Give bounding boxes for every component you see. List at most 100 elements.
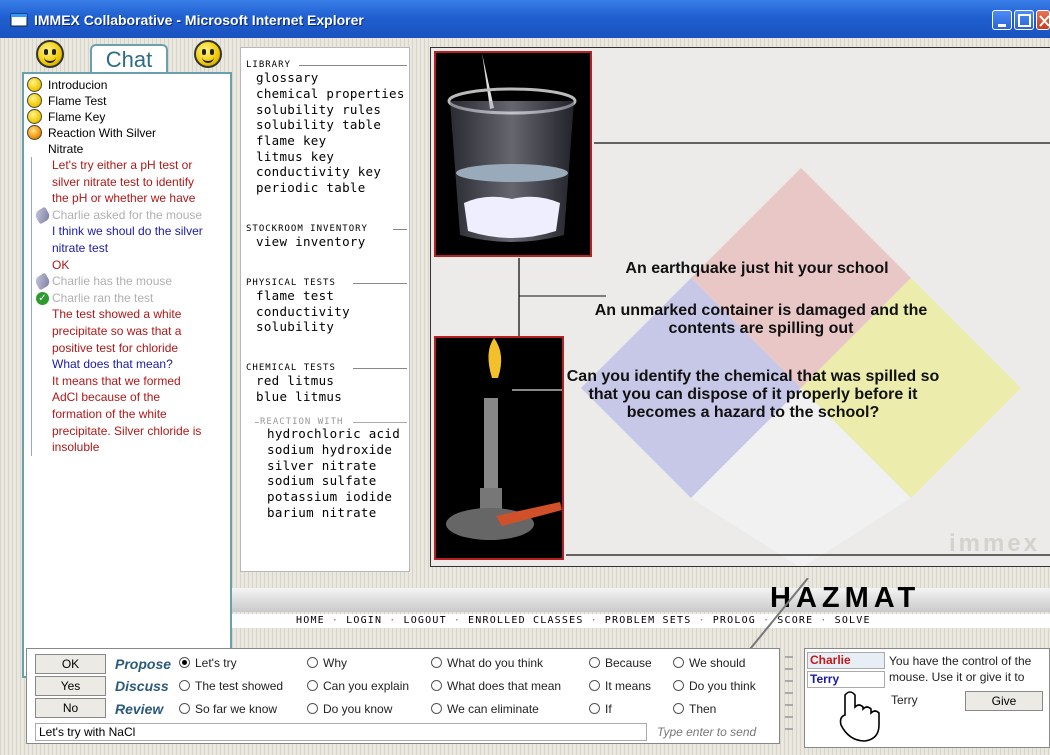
divider [393, 229, 407, 230]
chat-topic[interactable]: Flame Key [24, 109, 230, 125]
nav-enrolled-classes[interactable]: ENROLLED CLASSES [468, 615, 584, 628]
section-heading-library: LIBRARY [246, 60, 291, 70]
chat-message: OK [52, 257, 70, 272]
smiley-icon-right[interactable] [194, 40, 222, 68]
nav-logout[interactable]: LOGOUT [403, 615, 446, 628]
option-then[interactable]: Then [673, 702, 716, 716]
chat-message: The test showed a white precipitate so w… [52, 307, 182, 355]
reaction-hydrochloric-acid[interactable]: hydrochloric acid [267, 426, 400, 441]
chat-event: ✓ Charlie ran the test [36, 290, 203, 307]
nav-solve[interactable]: SOLVE [835, 615, 871, 628]
library-item-conductivity-key[interactable]: conductivity key [256, 164, 381, 179]
close-icon [1037, 11, 1050, 29]
hand-icon [835, 689, 885, 745]
option-do-you-think[interactable]: Do you think [673, 679, 756, 693]
physical-test-solubility[interactable]: solubility [256, 319, 334, 334]
user-charlie[interactable]: Charlie [807, 652, 885, 669]
mouse-control-message: You have the control of the mouse. Use i… [889, 654, 1032, 684]
nav-score[interactable]: SCORE [777, 615, 813, 628]
option-can-you-explain[interactable]: Can you explain [307, 679, 409, 693]
option-do-you-know[interactable]: Do you know [307, 702, 392, 716]
library-item-periodic-table[interactable]: periodic table [256, 180, 366, 195]
chat-topic[interactable]: Introducion [24, 77, 230, 93]
header-strip [232, 588, 1050, 612]
ok-button[interactable]: OK [35, 654, 106, 674]
tab-chat[interactable]: Chat [90, 44, 168, 74]
option-we-should[interactable]: We should [673, 656, 745, 670]
message-input[interactable]: Let's try with NaCl [35, 723, 647, 741]
stockroom-item-view-inventory[interactable]: view inventory [256, 234, 366, 249]
yes-button[interactable]: Yes [35, 676, 106, 696]
library-item-chemical-properties[interactable]: chemical properties [256, 86, 405, 101]
speaking-smiley-icon [27, 125, 42, 140]
section-heading-physical-tests: PHYSICAL TESTS [246, 278, 336, 288]
minimize-icon [993, 11, 1011, 29]
nav-problem-sets[interactable]: PROBLEM SETS [605, 615, 692, 628]
option-the-test-showed[interactable]: The test showed [179, 679, 283, 693]
minimize-button[interactable] [992, 10, 1012, 30]
library-item-solubility-rules[interactable]: solubility rules [256, 102, 381, 117]
library-item-solubility-table[interactable]: solubility table [256, 117, 381, 132]
divider [255, 422, 259, 423]
bunsen-burner-image [434, 336, 564, 560]
problem-stage: An earthquake just hit your school An un… [430, 47, 1050, 567]
no-button[interactable]: No [35, 698, 106, 718]
chat-topic-active[interactable]: Reaction With Silver Nitrate [24, 125, 164, 157]
divider [299, 65, 407, 66]
smiley-icon [27, 77, 42, 92]
chat-message: Let's try either a pH test or silver nit… [52, 158, 196, 206]
give-to-user: Terry [891, 693, 918, 707]
nav-home[interactable]: HOME [296, 615, 325, 628]
option-we-can-eliminate[interactable]: We can eliminate [431, 702, 539, 716]
library-item-flame-key[interactable]: flame key [256, 133, 326, 148]
section-heading-chemical-tests: CHEMICAL TESTS [246, 363, 336, 373]
row-label-review: Review [115, 701, 164, 717]
ie-icon [10, 13, 28, 27]
row-label-propose: Propose [115, 656, 172, 672]
resource-library-panel: LIBRARY glossary chemical properties sol… [240, 47, 410, 572]
reaction-sodium-hydroxide[interactable]: sodium hydroxide [267, 442, 392, 457]
chemical-test-red-litmus[interactable]: red litmus [256, 373, 334, 388]
give-button[interactable]: Give [965, 691, 1043, 711]
option-what-does-that-mean[interactable]: What does that mean [431, 679, 561, 693]
beaker-image [434, 51, 592, 257]
chat-panel[interactable]: Introducion Flame Test Flame Key Reactio… [22, 72, 232, 678]
story-line-1: An earthquake just hit your school [625, 260, 889, 277]
chat-message: What does that mean? [52, 357, 173, 372]
window-title: IMMEX Collaborative - Microsoft Internet… [34, 12, 364, 28]
library-item-glossary[interactable]: glossary [256, 70, 319, 85]
maximize-icon [1015, 11, 1033, 29]
option-if[interactable]: If [589, 702, 612, 716]
reaction-barium-nitrate[interactable]: barium nitrate [267, 505, 377, 520]
story-line-2: An unmarked container is damaged and the… [594, 302, 928, 337]
reaction-silver-nitrate[interactable]: silver nitrate [267, 458, 377, 473]
smiley-icon-left[interactable] [36, 40, 64, 68]
smiley-icon [27, 109, 42, 124]
reaction-potassium-iodide[interactable]: potassium iodide [267, 489, 392, 504]
story-line-3: Can you identify the chemical that was s… [566, 368, 940, 421]
option-so-far-we-know[interactable]: So far we know [179, 702, 277, 716]
library-item-litmus-key[interactable]: litmus key [256, 149, 334, 164]
user-terry[interactable]: Terry [807, 671, 885, 688]
reaction-sodium-sulfate[interactable]: sodium sulfate [267, 473, 377, 488]
close-button[interactable] [1036, 10, 1050, 30]
option-because[interactable]: Because [589, 656, 652, 670]
physical-test-flame[interactable]: flame test [256, 288, 334, 303]
option-what-do-you-think[interactable]: What do you think [431, 656, 543, 670]
message-composer: OK Yes No Propose Discuss Review Let's t… [26, 648, 780, 744]
nav-login[interactable]: LOGIN [346, 615, 382, 628]
panel-resize-grip[interactable] [782, 648, 798, 744]
chat-topic[interactable]: Flame Test [24, 93, 230, 109]
mouse-icon [33, 206, 52, 225]
smiley-icon [27, 93, 42, 108]
maximize-button[interactable] [1014, 10, 1034, 30]
check-icon: ✓ [36, 291, 49, 305]
chat-event: Charlie has the mouse [33, 272, 203, 291]
chat-event: Charlie asked for the mouse [33, 206, 203, 225]
nav-prolog[interactable]: PROLOG [713, 615, 756, 628]
chemical-test-blue-litmus[interactable]: blue litmus [256, 389, 342, 404]
option-why[interactable]: Why [307, 656, 347, 670]
option-it-means[interactable]: It means [589, 679, 651, 693]
option-lets-try[interactable]: Let's try [179, 656, 237, 670]
physical-test-conductivity[interactable]: conductivity [256, 304, 350, 319]
